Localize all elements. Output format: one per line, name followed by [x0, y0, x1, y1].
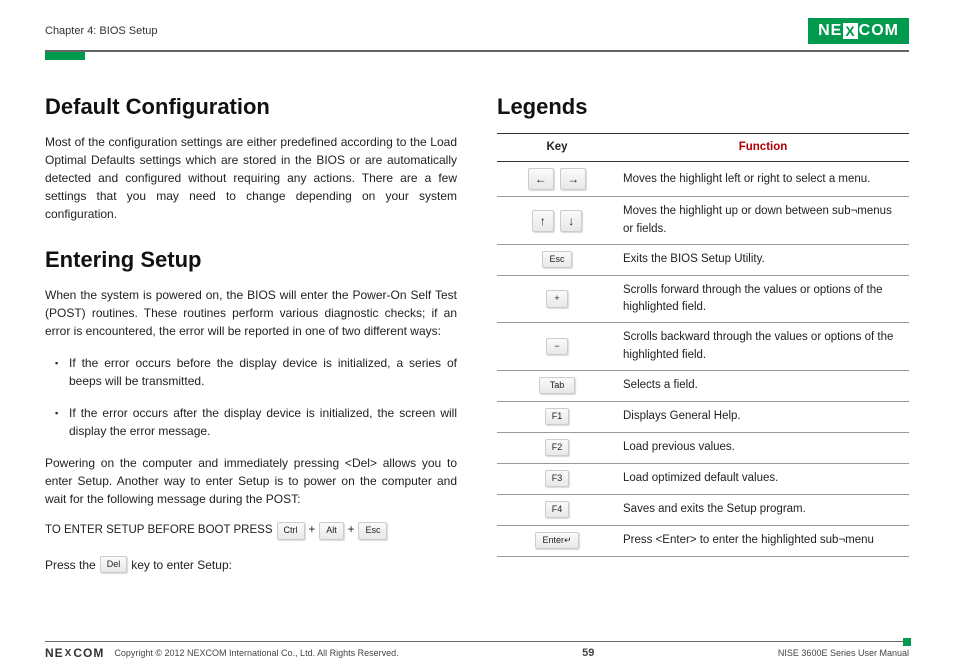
- f2-key-icon: F2: [545, 439, 570, 457]
- press-prefix: Press the: [45, 556, 96, 574]
- esc-key-icon: Esc: [542, 251, 571, 269]
- setup-key-combo: TO ENTER SETUP BEFORE BOOT PRESS Ctrl + …: [45, 522, 457, 540]
- bullet-before-display: If the error occurs before the display d…: [55, 354, 457, 390]
- flogo-ne: NE: [45, 646, 64, 660]
- alt-key-icon: Alt: [319, 522, 344, 540]
- footer-square-icon: [903, 638, 911, 646]
- fn-text: Scrolls backward through the values or o…: [617, 323, 909, 371]
- plus-key-icon: +: [546, 290, 568, 308]
- tab-key-icon: Tab: [539, 377, 575, 395]
- plus-1: +: [309, 522, 316, 539]
- legends-table: Key Function ← → Moves the highlight left…: [497, 133, 909, 557]
- f1-key-icon: F1: [545, 408, 570, 426]
- brand-logo: NEXCOM: [808, 18, 909, 44]
- setup-prefix: TO ENTER SETUP BEFORE BOOT PRESS: [45, 522, 273, 539]
- para-powering-on: Powering on the computer and immediately…: [45, 454, 457, 508]
- page-header: Chapter 4: BIOS Setup NEXCOM: [45, 18, 909, 48]
- fn-text: Selects a field.: [617, 370, 909, 401]
- arrow-down-icon: ↓: [560, 210, 582, 232]
- esc-key-icon: Esc: [358, 522, 387, 540]
- logo-part-com: COM: [859, 22, 899, 40]
- fn-text: Load previous values.: [617, 432, 909, 463]
- th-function: Function: [617, 134, 909, 162]
- footer-logo: NEXCOM: [45, 646, 104, 660]
- table-row: − Scrolls backward through the values or …: [497, 323, 909, 371]
- arrow-right-icon: →: [560, 168, 586, 190]
- table-row: F1 Displays General Help.: [497, 401, 909, 432]
- page-number: 59: [582, 647, 594, 659]
- table-row: + Scrolls forward through the values or o…: [497, 275, 909, 323]
- enter-key-icon: Enter↵: [535, 532, 578, 550]
- heading-legends: Legends: [497, 90, 909, 123]
- table-row: ← → Moves the highlight left or right to …: [497, 162, 909, 197]
- f4-key-icon: F4: [545, 501, 570, 519]
- error-bullets: If the error occurs before the display d…: [55, 354, 457, 440]
- plus-2: +: [348, 522, 355, 539]
- th-key: Key: [497, 134, 617, 162]
- chapter-label: Chapter 4: BIOS Setup: [45, 25, 158, 37]
- flogo-x: X: [65, 648, 73, 659]
- header-rule: [45, 50, 909, 52]
- heading-entering-setup: Entering Setup: [45, 243, 457, 276]
- page-footer: NEXCOM Copyright © 2012 NEXCOM Internati…: [45, 641, 909, 661]
- left-column: Default Configuration Most of the config…: [45, 90, 457, 574]
- heading-default-config: Default Configuration: [45, 90, 457, 123]
- fn-text: Moves the highlight left or right to sel…: [617, 162, 909, 197]
- logo-part-ne: NE: [818, 22, 842, 40]
- footer-rule: [45, 641, 909, 643]
- table-row: Esc Exits the BIOS Setup Utility.: [497, 244, 909, 275]
- logo-part-x: X: [843, 23, 857, 39]
- fn-text: Exits the BIOS Setup Utility.: [617, 244, 909, 275]
- right-column: Legends Key Function ← → Moves the highli…: [497, 90, 909, 574]
- table-row: Enter↵ Press <Enter> to enter the highlig…: [497, 525, 909, 556]
- arrow-up-icon: ↑: [532, 210, 554, 232]
- arrow-left-icon: ←: [528, 168, 554, 190]
- press-del-line: Press the Del key to enter Setup:: [45, 556, 457, 574]
- fn-text: Load optimized default values.: [617, 463, 909, 494]
- fn-text: Scrolls forward through the values or op…: [617, 275, 909, 323]
- table-row: F3 Load optimized default values.: [497, 463, 909, 494]
- f3-key-icon: F3: [545, 470, 570, 488]
- manual-title: NISE 3600E Series User Manual: [778, 648, 909, 658]
- minus-key-icon: −: [546, 338, 568, 356]
- press-suffix: key to enter Setup:: [131, 556, 232, 574]
- fn-text: Displays General Help.: [617, 401, 909, 432]
- table-row: Tab Selects a field.: [497, 370, 909, 401]
- fn-text: Moves the highlight up or down between s…: [617, 197, 909, 245]
- del-key-icon: Del: [100, 556, 128, 574]
- table-row: ↑ ↓ Moves the highlight up or down betwee…: [497, 197, 909, 245]
- copyright-text: Copyright © 2012 NEXCOM International Co…: [114, 648, 398, 658]
- para-entering-setup: When the system is powered on, the BIOS …: [45, 286, 457, 340]
- para-default-config: Most of the configuration settings are e…: [45, 133, 457, 223]
- content-columns: Default Configuration Most of the config…: [45, 90, 909, 574]
- fn-text: Saves and exits the Setup program.: [617, 494, 909, 525]
- tab-mark: [45, 52, 85, 60]
- flogo-com: COM: [73, 646, 104, 660]
- table-row: F2 Load previous values.: [497, 432, 909, 463]
- table-row: F4 Saves and exits the Setup program.: [497, 494, 909, 525]
- ctrl-key-icon: Ctrl: [277, 522, 305, 540]
- fn-text: Press <Enter> to enter the highlighted s…: [617, 525, 909, 556]
- bullet-after-display: If the error occurs after the display de…: [55, 404, 457, 440]
